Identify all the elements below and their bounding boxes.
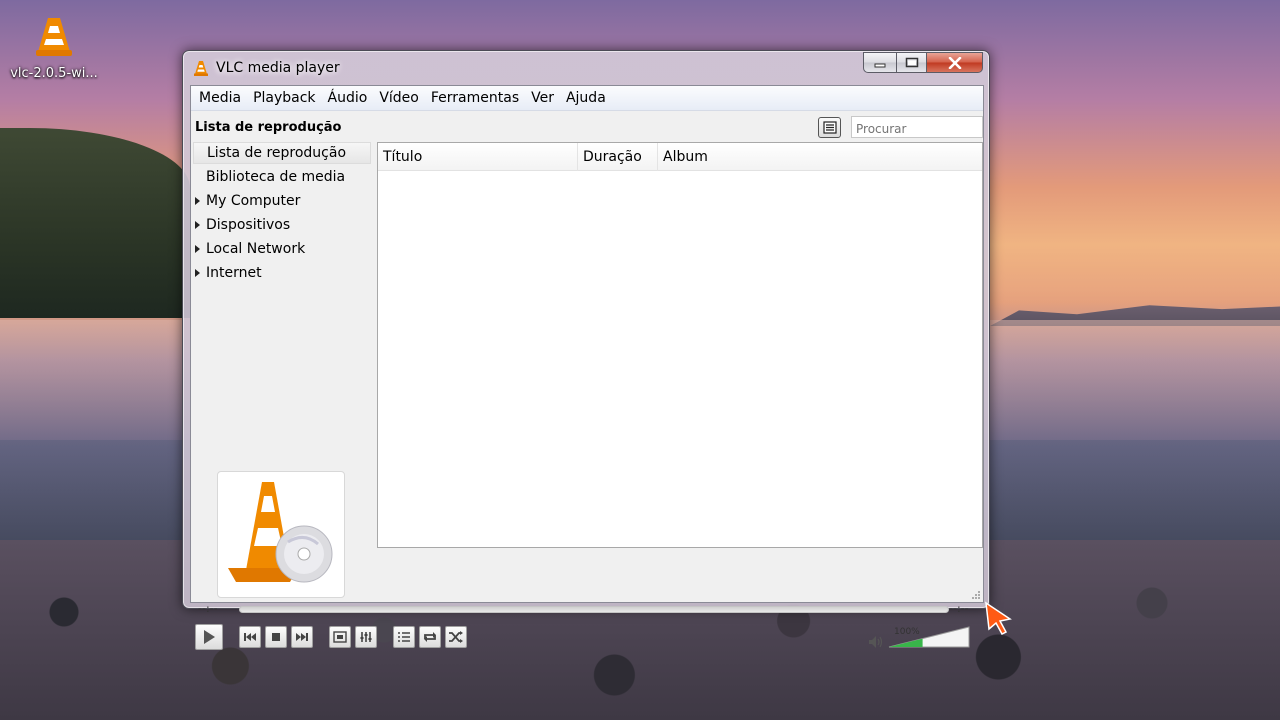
playlist-table[interactable]: Título Duração Album xyxy=(377,142,983,548)
next-icon xyxy=(296,633,308,641)
next-button[interactable] xyxy=(291,626,313,648)
menu-view[interactable]: Ver xyxy=(525,90,560,106)
elapsed-time: --:-- xyxy=(198,602,218,615)
sidebar-item-devices[interactable]: Dispositivos xyxy=(193,214,371,236)
close-icon xyxy=(948,56,961,69)
window-title: VLC media player xyxy=(216,60,340,76)
menu-video[interactable]: Vídeo xyxy=(373,90,425,106)
shuffle-button[interactable] xyxy=(445,626,467,648)
column-header-duration[interactable]: Duração xyxy=(578,143,658,171)
sidebar-item-my-computer[interactable]: My Computer xyxy=(193,190,371,212)
shuffle-icon xyxy=(449,631,463,643)
minimize-button[interactable] xyxy=(863,52,896,73)
loop-button[interactable] xyxy=(419,626,441,648)
window-client-area: Media Playback Áudio Vídeo Ferramentas V… xyxy=(190,85,984,650)
column-header-title[interactable]: Título xyxy=(378,143,578,171)
sidebar-item-local-network[interactable]: Local Network xyxy=(193,238,371,260)
sidebar-item-label: Dispositivos xyxy=(206,217,291,233)
play-icon xyxy=(204,630,215,644)
menu-playback[interactable]: Playback xyxy=(247,90,321,106)
playlist-header: Lista de reprodução xyxy=(195,120,342,135)
expand-arrow-icon[interactable] xyxy=(195,197,200,205)
vlc-cone-icon xyxy=(36,18,72,56)
maximize-icon xyxy=(905,57,918,68)
sidebar-item-label: My Computer xyxy=(206,193,301,209)
menu-tools[interactable]: Ferramentas xyxy=(425,90,525,106)
album-art xyxy=(217,471,345,598)
close-button[interactable] xyxy=(926,52,983,73)
sidebar-item-label: Biblioteca de media xyxy=(206,169,346,185)
extended-settings-button[interactable] xyxy=(355,626,377,648)
expand-arrow-icon[interactable] xyxy=(195,269,200,277)
sidebar-item-media-library[interactable]: Biblioteca de media xyxy=(193,166,371,188)
desktop-icon-label: vlc-2.0.5-wi... xyxy=(10,66,98,81)
toggle-playlist-button[interactable] xyxy=(393,626,415,648)
column-title-label: Título xyxy=(383,149,423,165)
loop-icon xyxy=(424,632,436,642)
title-bar[interactable]: VLC media player xyxy=(183,51,989,85)
resize-grip-icon[interactable] xyxy=(971,590,981,600)
equalizer-icon xyxy=(360,632,372,642)
desktop-icon-vlc-installer[interactable]: vlc-2.0.5-wi... xyxy=(8,14,100,81)
sidebar-item-label: Lista de reprodução xyxy=(207,145,347,161)
minimize-icon xyxy=(874,63,886,67)
seek-slider[interactable] xyxy=(239,606,949,613)
mouse-cursor-icon xyxy=(985,601,1012,635)
column-album-label: Album xyxy=(663,149,708,165)
stop-icon xyxy=(272,633,280,641)
expand-arrow-icon[interactable] xyxy=(195,221,200,229)
volume-percent: 100% xyxy=(894,627,920,637)
vlc-cone-with-disc-icon xyxy=(228,482,333,583)
sidebar-item-label: Internet xyxy=(206,265,262,281)
vlc-cone-icon xyxy=(194,61,208,76)
sidebar-item-internet[interactable]: Internet xyxy=(193,262,371,284)
menu-media[interactable]: Media xyxy=(193,90,247,106)
play-button[interactable] xyxy=(195,624,223,650)
playlist-icon xyxy=(398,632,410,642)
window-controls xyxy=(863,52,983,73)
list-view-icon xyxy=(822,121,837,134)
column-duration-label: Duração xyxy=(583,149,642,165)
menu-bar: Media Playback Áudio Vídeo Ferramentas V… xyxy=(191,86,983,111)
maximize-button[interactable] xyxy=(896,52,926,73)
menu-audio[interactable]: Áudio xyxy=(322,90,374,106)
playlist-table-header: Título Duração Album xyxy=(378,143,982,171)
previous-icon xyxy=(244,633,256,641)
stop-button[interactable] xyxy=(265,626,287,648)
total-time: --:-- xyxy=(949,602,969,615)
sidebar-item-label: Local Network xyxy=(206,241,306,257)
previous-button[interactable] xyxy=(239,626,261,648)
playlist-view-button[interactable] xyxy=(818,117,841,138)
expand-arrow-icon[interactable] xyxy=(195,245,200,253)
column-header-album[interactable]: Album xyxy=(658,143,982,171)
playlist-search-input[interactable] xyxy=(851,116,983,138)
speaker-icon[interactable] xyxy=(868,635,884,649)
fullscreen-button[interactable] xyxy=(329,626,351,648)
desktop-hill xyxy=(0,128,190,318)
sidebar-item-playlist[interactable]: Lista de reprodução xyxy=(193,142,371,164)
menu-help[interactable]: Ajuda xyxy=(560,90,612,106)
vlc-window: VLC media player Media Playback Áudio Ví… xyxy=(182,50,990,650)
fullscreen-icon xyxy=(333,631,347,643)
